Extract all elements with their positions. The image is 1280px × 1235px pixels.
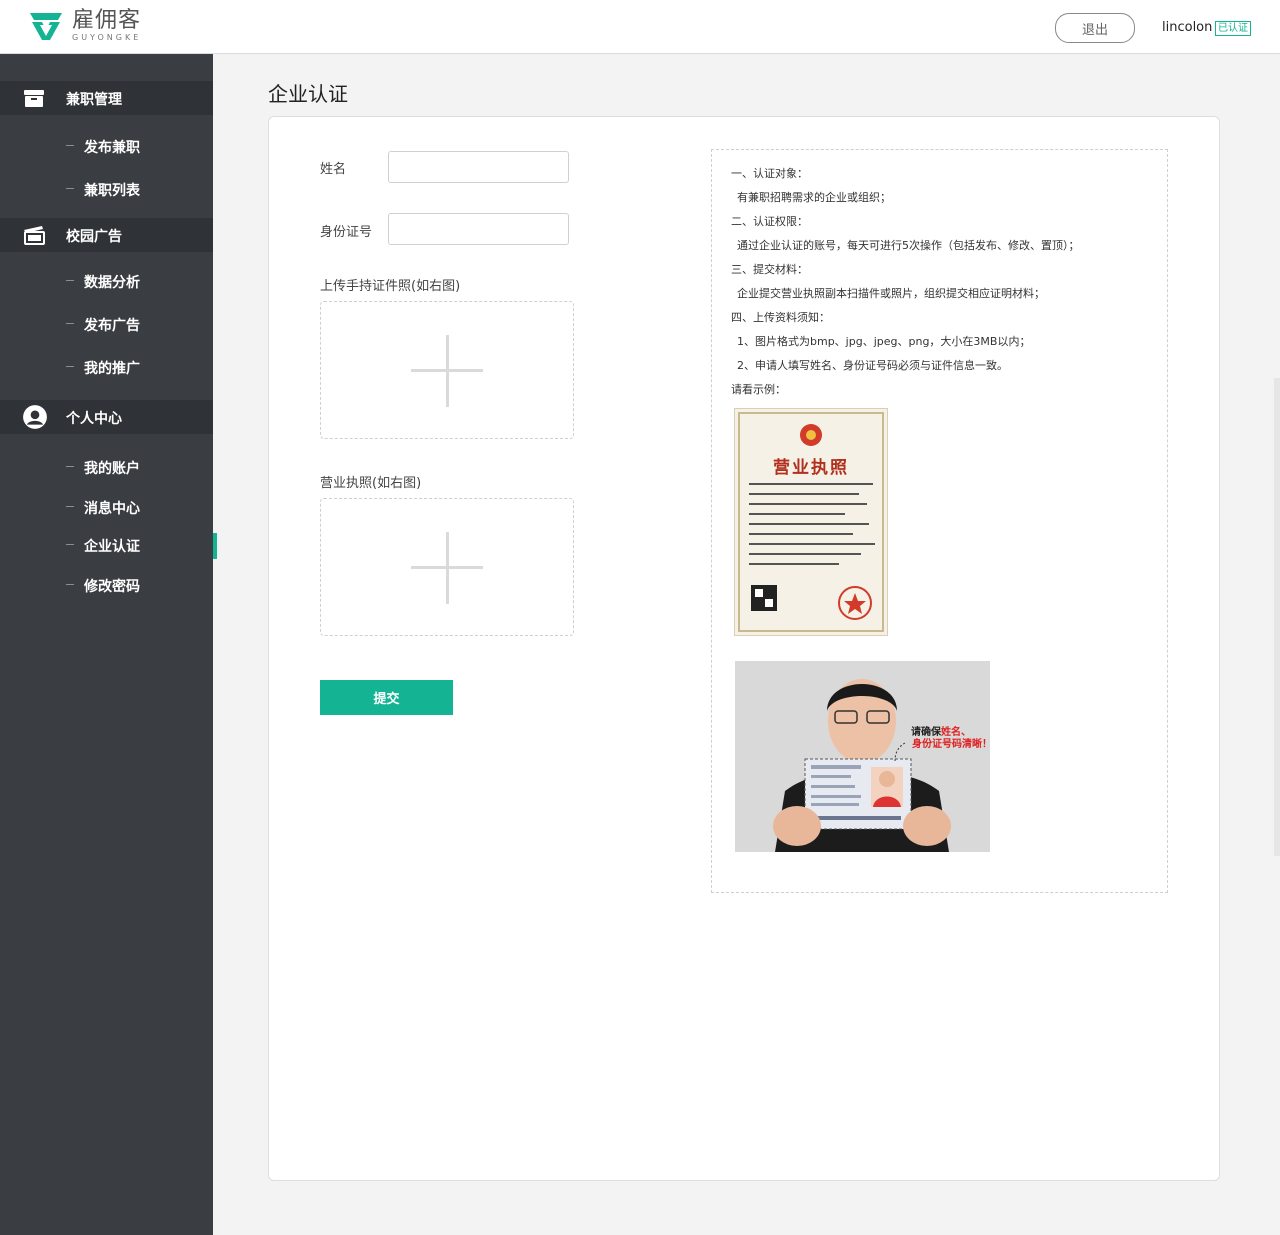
dash-icon <box>66 323 74 324</box>
info-text-format: 1、图片格式为bmp、jpg、jpeg、png，大小在3MB以内； <box>737 335 1031 348</box>
page-title: 企业认证 <box>268 82 348 106</box>
info-text-permission: 通过企业认证的账号，每天可进行5次操作（包括发布、修改、置顶）； <box>737 239 1080 252</box>
verified-badge: 已认证 <box>1215 21 1251 36</box>
sidebar-item-data-analysis[interactable]: 数据分析 <box>0 266 213 296</box>
plus-icon <box>411 566 483 569</box>
license-document-graphic <box>738 412 884 632</box>
username[interactable]: lincolon <box>1162 20 1212 35</box>
sidebar-item-label: 我的账户 <box>84 461 140 477</box>
sidebar-item-publish-ad[interactable]: 发布广告 <box>0 309 213 339</box>
sidebar-item-message-center[interactable]: 消息中心 <box>0 492 213 522</box>
business-license-label: 营业执照(如右图) <box>320 476 422 491</box>
person-holding-id-graphic <box>735 661 990 852</box>
sidebar-group-label: 兼职管理 <box>66 92 122 108</box>
sidebar-group-label: 校园广告 <box>66 229 122 245</box>
logo-subtitle: GUYONGKE <box>72 33 142 42</box>
sidebar-group-label: 个人中心 <box>66 411 122 427</box>
dash-icon <box>66 506 74 507</box>
logo-icon <box>30 13 62 40</box>
sidebar-item-label: 发布兼职 <box>84 140 140 156</box>
logo-name: 雇佣客 <box>72 8 142 33</box>
handheld-photo-label: 上传手持证件照(如右图) <box>320 279 461 294</box>
sidebar-item-label: 我的推广 <box>84 361 140 377</box>
briefcase-icon <box>24 90 44 107</box>
photo-note-highlight: 姓名、 <box>941 727 971 738</box>
photo-note-line2: 身份证号码清晰！ <box>912 739 990 750</box>
logo[interactable]: 雇佣客 GUYONGKE <box>28 10 141 42</box>
dash-icon <box>66 366 74 367</box>
handheld-id-example-image: 请确保姓名、 身份证号码清晰！ <box>735 661 990 852</box>
handheld-photo-upload[interactable] <box>320 301 574 439</box>
sidebar-item-label: 消息中心 <box>84 501 140 517</box>
name-input[interactable] <box>388 151 569 183</box>
top-bar: 雇佣客 GUYONGKE 退出 lincolon 已认证 <box>0 0 1280 54</box>
sidebar-item-label: 数据分析 <box>84 275 140 291</box>
info-example-label: 请看示例： <box>731 383 786 396</box>
info-heading-permission: 二、认证权限： <box>731 215 808 228</box>
user-icon <box>23 405 47 429</box>
info-text-consistency: 2、申请人填写姓名、身份证号码必须与证件信息一致。 <box>737 359 1008 372</box>
sidebar-item-label: 发布广告 <box>84 318 140 334</box>
dash-icon <box>66 188 74 189</box>
plus-icon <box>411 369 483 372</box>
dash-icon <box>66 466 74 467</box>
logout-button[interactable]: 退出 <box>1055 13 1135 43</box>
info-heading-target: 一、认证对象： <box>731 167 808 180</box>
name-label: 姓名 <box>320 162 347 177</box>
sidebar-item-label: 修改密码 <box>84 579 140 595</box>
id-number-input[interactable] <box>388 213 569 245</box>
sidebar-group-parttime[interactable]: 兼职管理 <box>0 81 213 115</box>
info-text-materials: 企业提交营业执照副本扫描件或照片，组织提交相应证明材料； <box>737 287 1045 300</box>
dash-icon <box>66 145 74 146</box>
id-number-label: 身份证号 <box>320 225 373 240</box>
sidebar-group-campus-ads[interactable]: 校园广告 <box>0 218 213 252</box>
sidebar-group-personal-center[interactable]: 个人中心 <box>0 400 213 434</box>
info-text-target: 有兼职招聘需求的企业或组织； <box>737 191 891 204</box>
business-license-example-image: 营业执照 <box>734 408 888 636</box>
sidebar-item-my-promotion[interactable]: 我的推广 <box>0 352 213 382</box>
info-heading-materials: 三、提交材料： <box>731 263 808 276</box>
info-heading-upload-notes: 四、上传资料须知： <box>731 311 830 324</box>
sidebar-item-my-account[interactable]: 我的账户 <box>0 452 213 482</box>
sidebar-item-change-password[interactable]: 修改密码 <box>0 570 213 600</box>
sidebar-item-publish-job[interactable]: 发布兼职 <box>0 131 213 161</box>
sidebar-item-enterprise-verification[interactable]: 企业认证 <box>0 530 213 560</box>
photo-note-prefix: 请确保 <box>911 727 941 738</box>
sidebar-item-label: 兼职列表 <box>84 183 140 199</box>
sidebar: 兼职管理 发布兼职 兼职列表 校园广告 数据分析 发布广告 我的推广 个人中心 … <box>0 54 213 1235</box>
sidebar-item-label: 企业认证 <box>84 539 140 555</box>
dash-icon <box>66 584 74 585</box>
scrollbar[interactable] <box>1274 378 1280 856</box>
billboard-icon <box>24 226 45 245</box>
license-title: 营业执照 <box>773 458 849 478</box>
submit-button[interactable]: 提交 <box>320 680 453 715</box>
active-indicator <box>213 533 217 559</box>
sidebar-item-job-list[interactable]: 兼职列表 <box>0 174 213 204</box>
dash-icon <box>66 280 74 281</box>
dash-icon <box>66 544 74 545</box>
business-license-upload[interactable] <box>320 498 574 636</box>
